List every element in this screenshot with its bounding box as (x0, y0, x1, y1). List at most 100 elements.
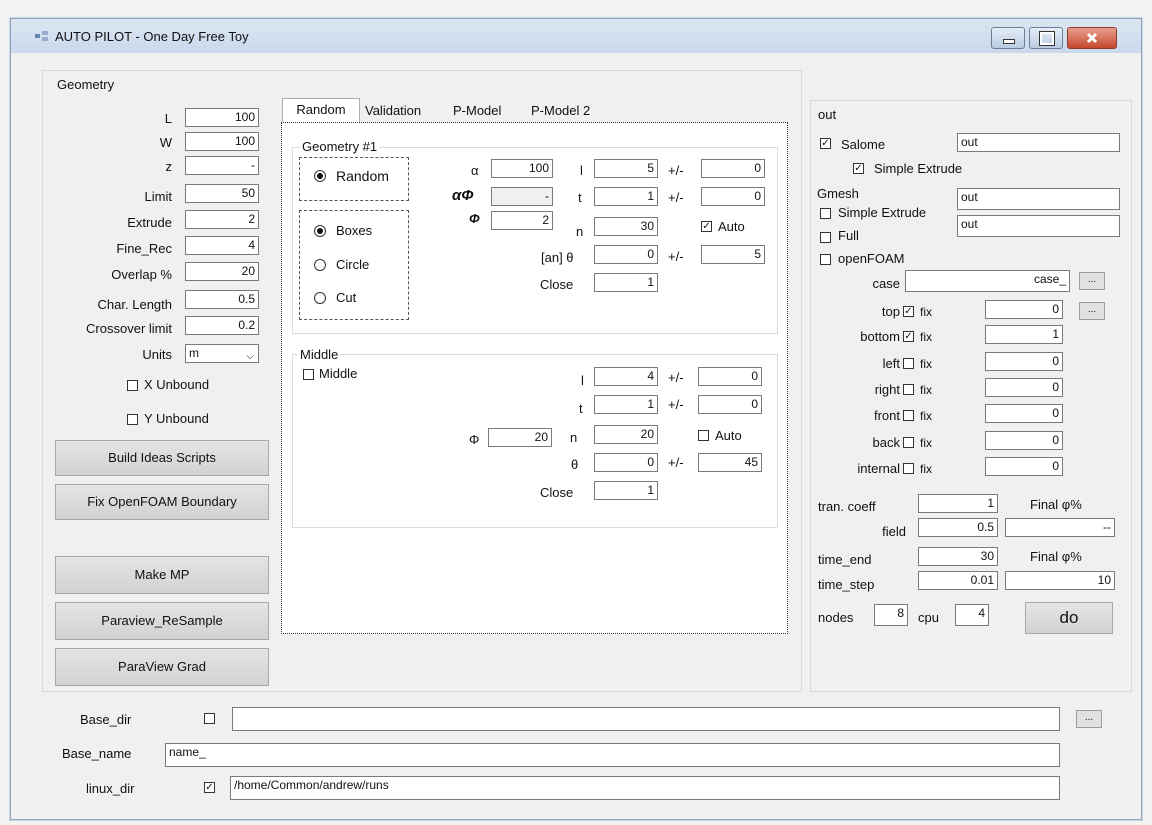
out-header: out (818, 107, 837, 122)
nodes-input[interactable]: 8 (874, 604, 908, 626)
gmesh-simple-extrude-checkbox[interactable] (820, 208, 831, 219)
boxes-radio[interactable] (314, 225, 326, 237)
close-button[interactable] (1067, 27, 1117, 49)
middle-l-label: l (581, 373, 584, 388)
base-name-input[interactable]: name_ (165, 743, 1060, 767)
tran-coeff-input[interactable]: 1 (918, 494, 998, 513)
char-length-input[interactable]: 0.5 (185, 290, 259, 309)
y-unbound-label: Y Unbound (144, 411, 209, 426)
paraview-grad-button[interactable]: ParaView Grad (55, 648, 269, 686)
middle-phi-input[interactable]: 20 (488, 428, 552, 447)
paraview-resample-button[interactable]: Paraview_ReSample (55, 602, 269, 640)
build-ideas-scripts-button[interactable]: Build Ideas Scripts (55, 440, 269, 476)
base-dir-browse-button[interactable]: ... (1076, 710, 1102, 728)
minimize-icon (1003, 39, 1015, 44)
crossover-limit-input[interactable]: 0.2 (185, 316, 259, 335)
boundary-front-input[interactable]: 0 (985, 404, 1063, 423)
do-button[interactable]: do (1025, 602, 1113, 634)
middle-checkbox[interactable] (303, 369, 314, 380)
limit-input[interactable]: 50 (185, 184, 259, 203)
salome-checkbox[interactable]: ✓ (820, 138, 831, 149)
time-end-label: time_end (818, 552, 872, 567)
gmesh-simple-output-input[interactable]: out (957, 188, 1120, 210)
theta-input[interactable]: 0 (594, 245, 658, 264)
tab-random[interactable]: Random (282, 98, 360, 124)
fine-rec-input[interactable]: 4 (185, 236, 259, 255)
linux-dir-checkbox[interactable]: ✓ (204, 782, 215, 793)
base-dir-input[interactable] (232, 707, 1060, 731)
boundary-right-fix-checkbox[interactable] (903, 384, 914, 395)
boundary-top-input[interactable]: 0 (985, 300, 1063, 319)
n-input[interactable]: 30 (594, 217, 658, 236)
boundary-left-fix-checkbox[interactable] (903, 358, 914, 369)
middle-close-input[interactable]: 1 (594, 481, 658, 500)
x-unbound-checkbox[interactable] (127, 380, 138, 391)
full-checkbox[interactable] (820, 232, 831, 243)
tab-p-model-2[interactable]: P-Model 2 (531, 100, 590, 122)
l-input[interactable]: 5 (594, 159, 658, 178)
alpha-input[interactable]: 100 (491, 159, 553, 178)
boundary-back-fix-checkbox[interactable] (903, 437, 914, 448)
minimize-button[interactable] (991, 27, 1025, 49)
boundary-internal-fix-checkbox[interactable] (903, 463, 914, 474)
middle-auto-label: Auto (715, 428, 742, 443)
time-step-input[interactable]: 0.01 (918, 571, 998, 590)
alpha-phi-label: αΦ (452, 187, 474, 204)
openfoam-checkbox[interactable] (820, 254, 831, 265)
W-input[interactable]: 100 (185, 132, 259, 151)
boundary-back-input[interactable]: 0 (985, 431, 1063, 450)
circle-radio[interactable] (314, 259, 326, 271)
simple-extrude-checkbox[interactable]: ✓ (853, 163, 864, 174)
base-dir-checkbox[interactable] (204, 713, 215, 724)
case-browse-button[interactable]: ... (1079, 272, 1105, 290)
overlap-input[interactable]: 20 (185, 262, 259, 281)
units-select[interactable]: m ⌵ (185, 344, 259, 363)
middle-theta-input[interactable]: 0 (594, 453, 658, 472)
z-label: z (165, 159, 173, 174)
middle-l-input[interactable]: 4 (594, 367, 658, 386)
L-input[interactable]: 100 (185, 108, 259, 127)
maximize-button[interactable] (1029, 27, 1063, 49)
cpu-input[interactable]: 4 (955, 604, 989, 626)
case-input[interactable]: case_ (905, 270, 1070, 292)
middle-theta-pm-input[interactable]: 45 (698, 453, 762, 472)
middle-l-pm-input[interactable]: 0 (698, 367, 762, 386)
boundary-internal-input[interactable]: 0 (985, 457, 1063, 476)
boundary-bottom-fix-checkbox[interactable]: ✓ (903, 331, 914, 342)
time-end-input[interactable]: 30 (918, 547, 998, 566)
boundary-front-fix-checkbox[interactable] (903, 410, 914, 421)
theta-pm-input[interactable]: 5 (701, 245, 765, 264)
boundary-right-input[interactable]: 0 (985, 378, 1063, 397)
l-pm-input[interactable]: 0 (701, 159, 765, 178)
boundary-top-fix-checkbox[interactable]: ✓ (903, 306, 914, 317)
y-unbound-checkbox[interactable] (127, 414, 138, 425)
random-radio[interactable] (314, 170, 326, 182)
openfoam-label: openFOAM (838, 251, 905, 266)
alpha-phi-input[interactable]: - (491, 187, 553, 206)
middle-n-input[interactable]: 20 (594, 425, 658, 444)
tab-validation[interactable]: Validation (365, 100, 421, 122)
close-input[interactable]: 1 (594, 273, 658, 292)
t-input[interactable]: 1 (594, 187, 658, 206)
full-output-input[interactable]: out (957, 215, 1120, 237)
x-unbound-label: X Unbound (144, 377, 210, 392)
salome-output-input[interactable]: out (957, 133, 1120, 152)
extrude-input[interactable]: 2 (185, 210, 259, 229)
boundary-bottom-input[interactable]: 1 (985, 325, 1063, 344)
boundary-left-input[interactable]: 0 (985, 352, 1063, 371)
auto-checkbox[interactable]: ✓ (701, 221, 712, 232)
cut-radio[interactable] (314, 292, 326, 304)
case-browse-button-2[interactable]: ... (1079, 302, 1105, 320)
z-input[interactable]: - (185, 156, 259, 175)
tab-p-model[interactable]: P-Model (453, 100, 501, 122)
t-pm-input[interactable]: 0 (701, 187, 765, 206)
linux-dir-input[interactable]: /home/Common/andrew/runs (230, 776, 1060, 800)
fix-openfoam-boundary-button[interactable]: Fix OpenFOAM Boundary (55, 484, 269, 520)
crossover-limit-label: Crossover limit (86, 321, 172, 336)
phi-input[interactable]: 2 (491, 211, 553, 230)
middle-t-input[interactable]: 1 (594, 395, 658, 414)
middle-auto-checkbox[interactable] (698, 430, 709, 441)
make-mp-button[interactable]: Make MP (55, 556, 269, 594)
middle-t-pm-input[interactable]: 0 (698, 395, 762, 414)
field-input[interactable]: 0.5 (918, 518, 998, 537)
